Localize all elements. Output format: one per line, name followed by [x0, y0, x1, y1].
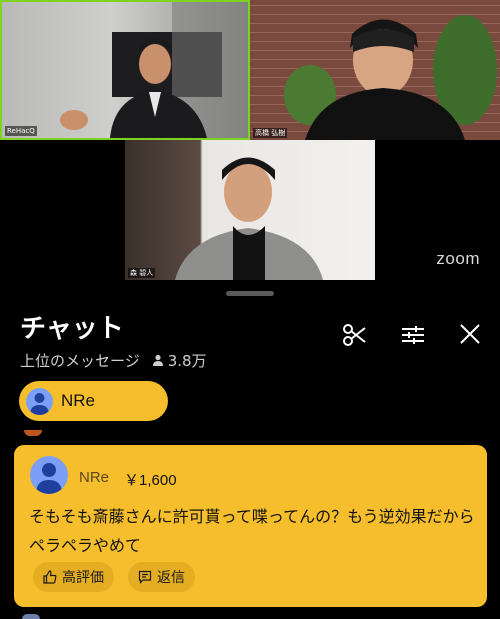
like-label: 高評価	[62, 570, 104, 586]
close-icon[interactable]	[458, 322, 482, 350]
chat-filter-selector[interactable]: 上位のメッセージ 3.8万	[20, 350, 207, 371]
participant-name-label: ReHacQ	[5, 126, 37, 136]
superchat-card: NRe ￥1,600 そもそも斎藤さんに許可貰って喋ってんの？もう逆効果だからペ…	[14, 445, 487, 607]
person-icon	[152, 352, 164, 370]
drag-handle[interactable]	[226, 291, 274, 296]
scissors-icon[interactable]	[342, 322, 368, 352]
avatar	[26, 387, 53, 415]
reply-label: 返信	[157, 570, 185, 586]
participant-video	[60, 2, 248, 138]
zoom-watermark: zoom	[436, 249, 480, 268]
video-tile[interactable]: 森 碧人	[125, 140, 375, 280]
viewer-count: 3.8万	[167, 352, 207, 370]
chat-filter-label: 上位のメッセージ	[20, 352, 140, 370]
chat-panel: チャット 上位のメッセージ 3.8万 NRe NRe ￥1,600 そもそも斎藤…	[0, 280, 500, 619]
participant-video	[175, 157, 323, 280]
participant-name-label: 森 碧人	[128, 268, 156, 278]
participant-name-label: 高橋 弘樹	[253, 128, 288, 138]
reply-button[interactable]: 返信	[128, 562, 195, 592]
avatar	[30, 456, 68, 494]
superchat-message: そもそも斎藤さんに許可貰って喋ってんの？もう逆効果だからペラペラやめて	[29, 507, 475, 555]
next-message-avatar-partial	[22, 614, 40, 619]
thumbs-up-icon	[43, 570, 57, 584]
reply-icon	[138, 570, 152, 584]
superchat-amount: ￥1,600	[124, 472, 177, 489]
video-grid: ReHacQ 高橋 弘樹 森 碧人 zoom	[0, 0, 500, 280]
pinned-author-name: NRe	[61, 391, 96, 410]
pinned-superchat-chip[interactable]: NRe	[19, 381, 168, 421]
like-button[interactable]: 高評価	[33, 562, 114, 592]
superchat-author-name: NRe	[79, 469, 110, 486]
chat-title: チャット	[20, 314, 124, 344]
chat-message-avatar-partial	[24, 430, 42, 436]
video-tile[interactable]: 高橋 弘樹	[250, 0, 500, 140]
participant-video	[284, 15, 497, 140]
sliders-icon[interactable]	[400, 322, 426, 352]
video-tile-active-speaker[interactable]: ReHacQ	[0, 0, 250, 140]
